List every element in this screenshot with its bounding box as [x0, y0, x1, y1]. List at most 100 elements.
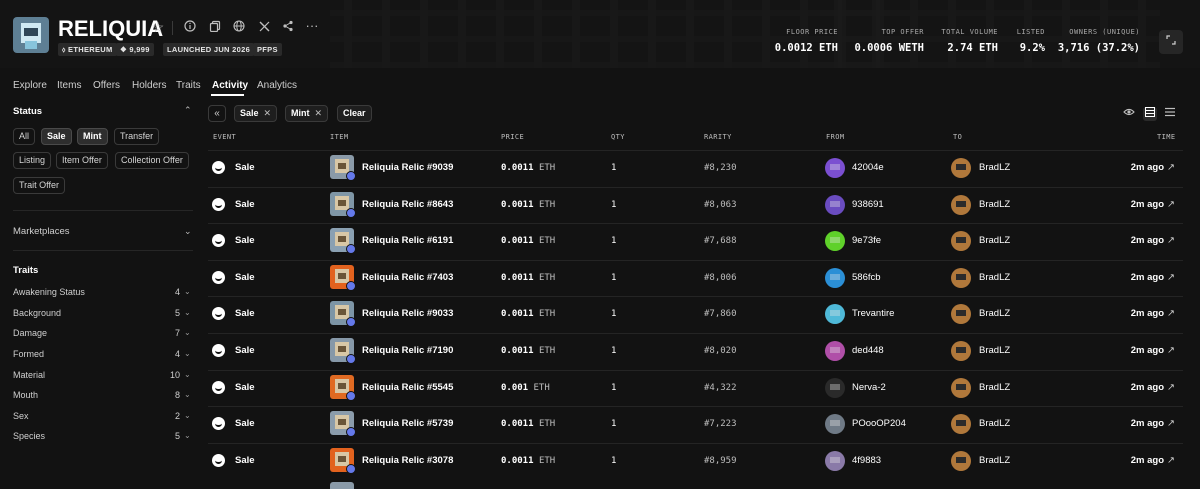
to-avatar[interactable] [951, 231, 971, 252]
to-avatar[interactable] [951, 158, 971, 178]
x-icon[interactable] [256, 20, 272, 36]
expand-stats-button[interactable] [1159, 30, 1183, 54]
to-avatar[interactable] [951, 414, 971, 435]
from-address-link[interactable]: Nerva-2 [852, 382, 886, 393]
collapse-sidebar-button[interactable]: « [208, 105, 226, 122]
event-time-link[interactable]: 2m ago ↗ [1131, 162, 1175, 173]
event-time-link[interactable]: 2m ago ↗ [1131, 345, 1175, 356]
to-avatar[interactable] [951, 341, 971, 361]
more-icon[interactable]: ··· [304, 18, 320, 34]
tab-items[interactable]: Items [57, 80, 81, 91]
column-header-time[interactable]: TIME [1157, 133, 1175, 141]
status-chip-mint[interactable]: Mint [77, 128, 108, 145]
to-avatar[interactable] [951, 304, 971, 325]
from-avatar[interactable] [825, 158, 845, 178]
eye-icon[interactable] [1122, 107, 1136, 121]
table-row[interactable]: Sale Reliquia Relic #7403 0.0011 ETH 1 #8,00… [208, 259, 1183, 296]
chevron-down-icon[interactable]: ⌄ [184, 411, 191, 420]
status-chip-all[interactable]: All [13, 128, 36, 145]
item-name-link[interactable]: Reliquia Relic #8643 [362, 199, 453, 210]
from-avatar[interactable] [825, 341, 845, 361]
chevron-down-icon[interactable]: ⌄ [184, 287, 191, 296]
active-filter-mint[interactable]: Mint ✕ [285, 105, 329, 122]
tab-explore[interactable]: Explore [13, 80, 47, 91]
event-time-link[interactable]: 2m ago ↗ [1131, 235, 1175, 246]
globe-icon[interactable] [231, 20, 247, 36]
column-header-price[interactable]: PRICE [501, 133, 524, 141]
item-name-link[interactable]: Reliquia Relic #9039 [362, 162, 453, 173]
from-address-link[interactable]: POooOP204 [852, 418, 906, 429]
from-avatar[interactable] [825, 231, 845, 252]
star-icon[interactable]: ☆ [150, 19, 166, 35]
item-thumbnail[interactable] [330, 482, 354, 489]
to-avatar[interactable] [951, 267, 971, 288]
tab-traits[interactable]: Traits [176, 80, 201, 91]
to-address-link[interactable]: BradLZ [979, 382, 1010, 393]
to-address-link[interactable]: BradLZ [979, 272, 1010, 283]
chevron-down-icon[interactable]: ⌄ [184, 390, 191, 399]
status-chip-sale[interactable]: Sale [41, 128, 72, 145]
event-time-link[interactable]: 2m ago ↗ [1131, 382, 1175, 393]
chevron-down-icon[interactable]: ⌄ [184, 226, 192, 237]
to-avatar[interactable] [951, 450, 971, 471]
from-address-link[interactable]: ded448 [852, 345, 884, 356]
from-address-link[interactable]: 938691 [852, 199, 884, 210]
from-address-link[interactable]: 586fcb [852, 272, 881, 283]
chevron-down-icon[interactable]: ⌄ [184, 328, 191, 337]
status-chip-item-offer[interactable]: Item Offer [56, 152, 108, 169]
clear-filters-button[interactable]: Clear [337, 105, 372, 122]
trait-filter-damage[interactable]: Damage [13, 328, 47, 338]
item-name-link[interactable]: Reliquia Relic #9033 [362, 308, 453, 319]
status-chip-transfer[interactable]: Transfer [114, 128, 160, 145]
table-view-icon[interactable] [1143, 107, 1157, 121]
from-avatar[interactable] [825, 194, 845, 215]
table-row[interactable]: Sale Reliquia Relic #5545 0.001 ETH 1 #4,322… [208, 369, 1183, 406]
item-name-link[interactable]: Reliquia Relic #6191 [362, 235, 453, 246]
tab-offers[interactable]: Offers [93, 80, 120, 91]
status-chip-collection-offer[interactable]: Collection Offer [115, 152, 189, 169]
close-icon[interactable]: ✕ [264, 108, 272, 118]
close-icon[interactable]: ✕ [315, 108, 323, 118]
status-chip-listing[interactable]: Listing [13, 152, 52, 169]
chevron-down-icon[interactable]: ⌄ [184, 349, 191, 358]
active-filter-sale[interactable]: Sale ✕ [234, 105, 278, 122]
chevron-up-icon[interactable]: ⌃ [184, 105, 192, 116]
trait-filter-background[interactable]: Background [13, 308, 61, 318]
from-address-link[interactable]: 4f9883 [852, 455, 881, 466]
from-avatar[interactable] [825, 450, 845, 471]
copy-icon[interactable] [207, 20, 223, 36]
tab-activity[interactable]: Activity [212, 80, 248, 91]
event-time-link[interactable]: 2m ago ↗ [1131, 272, 1175, 283]
to-avatar[interactable] [951, 194, 971, 215]
to-avatar[interactable] [951, 377, 971, 398]
from-avatar[interactable] [825, 267, 845, 288]
marketplaces-section-title[interactable]: Marketplaces [13, 226, 70, 237]
to-address-link[interactable]: BradLZ [979, 418, 1010, 429]
tab-holders[interactable]: Holders [132, 80, 166, 91]
from-avatar[interactable] [825, 304, 845, 325]
item-name-link[interactable]: Reliquia Relic #5545 [362, 382, 453, 393]
from-address-link[interactable]: 42004e [852, 162, 884, 173]
trait-filter-awakening-status[interactable]: Awakening Status [13, 287, 85, 297]
trait-filter-mouth[interactable]: Mouth [13, 390, 38, 400]
table-row[interactable]: Sale Reliquia Relic #7190 0.0011 ETH 1 #8,02… [208, 333, 1183, 369]
table-row[interactable]: Sale Reliquia Relic #6191 0.0011 ETH 1 #7,68… [208, 223, 1183, 259]
item-name-link[interactable]: Reliquia Relic #5739 [362, 418, 453, 429]
trait-filter-material[interactable]: Material [13, 370, 45, 380]
table-row[interactable]: Sale Reliquia Relic #9033 0.0011 ETH 1 #7,86… [208, 296, 1183, 332]
trait-filter-species[interactable]: Species [13, 431, 45, 441]
chevron-down-icon[interactable]: ⌄ [184, 308, 191, 317]
column-header-rarity[interactable]: RARITY [704, 133, 732, 141]
to-address-link[interactable]: BradLZ [979, 455, 1010, 466]
event-time-link[interactable]: 2m ago ↗ [1131, 308, 1175, 319]
to-address-link[interactable]: BradLZ [979, 308, 1010, 319]
trait-filter-formed[interactable]: Formed [13, 349, 44, 359]
trait-filter-sex[interactable]: Sex [13, 411, 29, 421]
event-time-link[interactable]: 2m ago ↗ [1131, 418, 1175, 429]
from-avatar[interactable] [825, 377, 845, 398]
from-avatar[interactable] [825, 414, 845, 435]
to-address-link[interactable]: BradLZ [979, 162, 1010, 173]
item-name-link[interactable]: Reliquia Relic #7190 [362, 345, 453, 356]
item-name-link[interactable]: Reliquia Relic #7403 [362, 272, 453, 283]
table-row[interactable]: Sale Reliquia Relic #3078 0.0011 ETH 1 #8,95… [208, 442, 1183, 479]
